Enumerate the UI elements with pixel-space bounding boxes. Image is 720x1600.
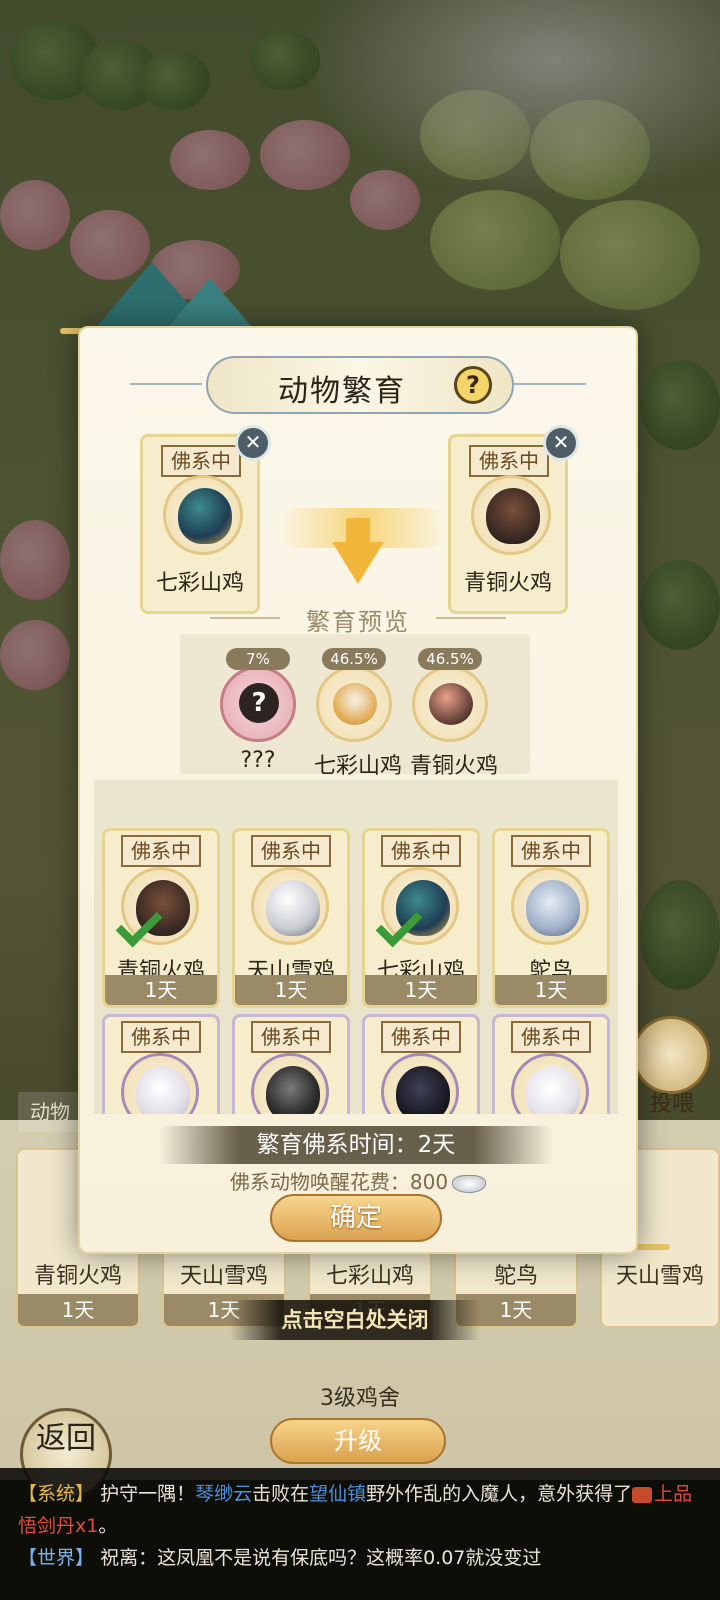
preview-name: ???	[240, 748, 276, 773]
remove-parent-button[interactable]: ✕	[235, 425, 271, 461]
silver-ingot-icon	[452, 1174, 487, 1193]
ostrich-icon	[511, 867, 589, 945]
turkey-icon	[471, 475, 551, 555]
animal-time: 1天	[495, 975, 607, 1005]
bird-shape	[266, 880, 320, 936]
chat-text: 护守一隅！	[100, 1483, 196, 1505]
bird-shape	[178, 488, 232, 544]
bird-shape	[526, 880, 580, 936]
remove-parent-button[interactable]: ✕	[543, 425, 579, 461]
probability-badge: 46.5%	[418, 648, 482, 670]
animal-grid[interactable]: 佛系中 青铜火鸡 1天 佛系中 天山雪鸡 1天 佛系中 七彩山鸡 1天 佛系中 …	[94, 780, 618, 1114]
parent-slot-right[interactable]: 佛系中 青铜火鸡 ✕	[448, 425, 579, 614]
bird-shape	[526, 1066, 580, 1114]
animal-card[interactable]: 佛系中	[362, 1014, 480, 1114]
title-decoration	[130, 383, 202, 385]
coop-level: 3级鸡舍	[320, 1386, 400, 1411]
preview-name: 青铜火鸡	[410, 754, 499, 779]
animal-card[interactable]: 佛系中	[492, 1014, 610, 1114]
confirm-button[interactable]: 确定	[270, 1194, 442, 1242]
status-badge: 佛系中	[121, 835, 201, 867]
breeding-preview: ? 7% ??? 46.5% 七彩山鸡 46.5% 青铜火鸡	[180, 634, 530, 779]
bird-shape	[429, 683, 473, 725]
chat-text: 击败在	[252, 1483, 310, 1505]
bird-shape	[136, 1066, 190, 1114]
status-badge: 佛系中	[469, 445, 549, 477]
parent-name: 青铜火鸡	[463, 571, 552, 596]
gift-icon	[632, 1486, 653, 1503]
bird-shape	[486, 488, 540, 544]
pheasant-chick-icon	[316, 666, 392, 742]
title-decoration	[514, 383, 586, 385]
feed-button[interactable]	[632, 1016, 710, 1094]
chat-channel-tag: 【世界】	[18, 1547, 95, 1569]
white-hen-icon	[511, 1053, 589, 1114]
status-badge: 佛系中	[121, 1021, 201, 1053]
modal-title-bar: 动物繁育 ?	[206, 356, 514, 414]
modal-title: 动物繁育	[278, 374, 406, 409]
chat-text: 。	[98, 1515, 118, 1537]
preview-item: 46.5% 七彩山鸡	[314, 648, 402, 779]
chat-text: 祝离：这凤凰不是说有保底吗？这概率0.07就没变过	[100, 1547, 542, 1569]
rooster-icon	[251, 1053, 329, 1114]
status-badge: 佛系中	[381, 835, 461, 867]
close-hint[interactable]: 点击空白处关闭	[230, 1300, 480, 1340]
coop-card-name: 青铜火鸡	[33, 1264, 122, 1289]
preview-heading: 繁育预览	[80, 602, 636, 637]
coop-card-name: 七彩山鸡	[325, 1264, 414, 1289]
animal-card[interactable]: 佛系中	[232, 1014, 350, 1114]
unknown-animal-icon: ?	[220, 666, 296, 742]
probability-badge: 46.5%	[322, 648, 386, 670]
status-badge: 佛系中	[251, 1021, 331, 1053]
chat-line: 【系统】 护守一隅！琴缈云击败在望仙镇野外作乱的入魔人，意外获得了 上品悟剑丹x1…	[18, 1478, 702, 1542]
animal-time: 1天	[235, 975, 347, 1005]
coop-card-name: 天山雪鸡	[615, 1264, 704, 1289]
chat-text: 野外作乱的入魔人，意外获得了	[366, 1483, 633, 1505]
chat-line: 【世界】 祝离：这凤凰不是说有保底吗？这概率0.07就没变过	[18, 1542, 702, 1574]
wake-cost: 佛系动物唤醒花费：800	[80, 1166, 636, 1195]
status-badge: 佛系中	[381, 1021, 461, 1053]
preview-name: 七彩山鸡	[314, 754, 403, 779]
animal-card[interactable]: 佛系中 七彩山鸡 1天	[362, 828, 480, 1008]
bird-shape	[333, 683, 377, 725]
animal-card[interactable]: 佛系中 天山雪鸡 1天	[232, 828, 350, 1008]
coop-card-name: 天山雪鸡	[179, 1264, 268, 1289]
player-name[interactable]: 琴缈云	[195, 1483, 252, 1505]
parent-slot-left[interactable]: 佛系中 七彩山鸡 ✕	[140, 425, 271, 614]
arrow-down-icon	[332, 542, 384, 584]
turkey-chick-icon	[412, 666, 488, 742]
bird-shape	[266, 1066, 320, 1114]
animal-time: 1天	[105, 975, 217, 1005]
animal-card[interactable]: 佛系中	[102, 1014, 220, 1114]
animal-time: 1天	[365, 975, 477, 1005]
status-badge: 佛系中	[511, 835, 591, 867]
wake-cost-label: 佛系动物唤醒花费：800	[229, 1170, 449, 1194]
black-hen-icon	[381, 1053, 459, 1114]
upgrade-button[interactable]: 升级	[270, 1418, 446, 1464]
status-badge: 佛系中	[161, 445, 241, 477]
chat-channel-tag: 【系统】	[18, 1483, 95, 1505]
parent-name: 七彩山鸡	[155, 571, 244, 596]
preview-item: 46.5% 青铜火鸡	[410, 648, 498, 779]
pheasant-icon	[163, 475, 243, 555]
help-icon[interactable]: ?	[454, 366, 492, 404]
coop-card-name: 鸵鸟	[493, 1264, 538, 1289]
bird-shape	[396, 1066, 450, 1114]
question-mark-icon: ?	[239, 683, 279, 723]
breeding-modal: 动物繁育 ? 佛系中 七彩山鸡 ✕ 佛系中 青铜火鸡 ✕ 繁育预览 ? 7% ?…	[78, 326, 638, 1254]
status-badge: 佛系中	[251, 835, 331, 867]
probability-badge: 7%	[226, 648, 290, 670]
preview-item: ? 7% ???	[218, 648, 298, 773]
place-name[interactable]: 望仙镇	[309, 1483, 366, 1505]
chat-panel[interactable]: 【系统】 护守一隅！琴缈云击败在望仙镇野外作乱的入魔人，意外获得了 上品悟剑丹x1…	[0, 1468, 720, 1600]
status-badge: 佛系中	[511, 1021, 591, 1053]
snow-chicken-icon	[251, 867, 329, 945]
coop-card-time: 1天	[18, 1294, 138, 1326]
animal-card[interactable]: 佛系中 青铜火鸡 1天	[102, 828, 220, 1008]
white-turkey-icon	[121, 1053, 199, 1114]
breed-time: 繁育佛系时间：2天	[160, 1126, 552, 1164]
feed-label: 投喂	[649, 1092, 694, 1117]
animal-card[interactable]: 佛系中 鸵鸟 1天	[492, 828, 610, 1008]
